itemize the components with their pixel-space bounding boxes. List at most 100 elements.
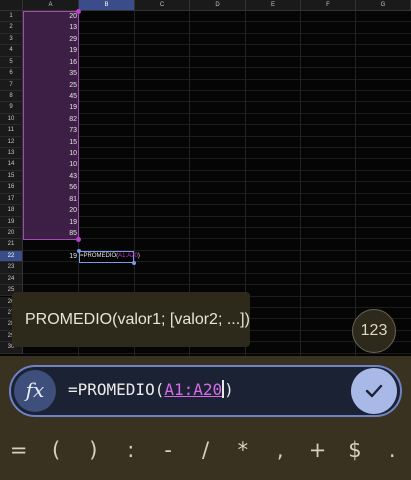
function-hint-tooltip: PROMEDIO(valor1; [valor2; ...]) [12,292,250,347]
row-gridline [23,204,411,206]
formula-input[interactable]: =PROMEDIO(A1:A20) [68,380,234,399]
row-header-11[interactable]: 11 [0,125,23,137]
row-header-8[interactable]: 8 [0,90,23,103]
active-cell-formula: =PROMEDIO(A1:A20) [80,253,140,259]
cell-a9[interactable]: 19 [23,102,79,113]
cell-a13[interactable]: 10 [23,148,79,159]
row-header-24[interactable]: 24 [0,273,23,286]
row-gridline [23,44,411,46]
key-5[interactable]: / [187,432,224,468]
row-gridline [23,181,411,183]
confirm-button[interactable] [351,368,397,414]
row-gridline [23,112,411,114]
range-handle-top[interactable] [76,9,81,14]
column-header-d[interactable]: D [190,0,246,11]
cell-a19[interactable]: 19 [23,217,79,228]
row-header-2[interactable]: 2 [0,22,23,34]
key-0[interactable]: = [0,432,37,468]
cell-a3[interactable]: 29 [23,34,79,45]
key-10[interactable]: . [374,432,411,468]
key-2[interactable]: ) [75,432,112,468]
row-gridline [23,158,411,160]
cell-a12[interactable]: 15 [23,137,79,148]
row-header-20[interactable]: 20 [0,227,23,240]
row-gridline [23,55,411,57]
row-header-10[interactable]: 10 [0,113,23,126]
row-gridline [23,78,411,80]
column-header-a[interactable]: A [23,0,79,11]
row-gridline [23,89,411,91]
row-header-14[interactable]: 14 [0,159,23,171]
active-cell-handle-top[interactable] [77,249,81,253]
cell-a2[interactable]: 13 [23,22,79,33]
range-handle-bottom[interactable] [76,237,81,242]
row-header-23[interactable]: 23 [0,262,23,274]
column-gridline [300,11,301,356]
row-gridline [23,352,411,354]
column-header-f[interactable]: F [301,0,356,11]
row-gridline [23,284,411,286]
row-header-22[interactable]: 22 [0,250,23,263]
row-header-18[interactable]: 18 [0,205,23,217]
cell-a4[interactable]: 19 [23,45,79,56]
cell-a5[interactable]: 16 [23,57,79,68]
row-gridline [23,124,411,126]
cell-a16[interactable]: 56 [23,182,79,193]
row-header-1[interactable]: 1 [0,11,23,23]
column-gridline [355,11,356,356]
row-header-13[interactable]: 13 [0,148,23,160]
row-header-7[interactable]: 7 [0,79,23,91]
key-4[interactable]: - [149,432,186,468]
row-header-5[interactable]: 5 [0,56,23,69]
row-header-16[interactable]: 16 [0,182,23,194]
row-gridline [23,32,411,34]
row-header-15[interactable]: 15 [0,170,23,183]
row-header-9[interactable]: 9 [0,102,23,114]
key-7[interactable]: , [262,432,299,468]
column-header-b[interactable]: B [79,0,135,11]
cell-a22[interactable]: 19 [23,251,79,262]
row-gridline [23,21,411,23]
row-header-3[interactable]: 3 [0,33,23,46]
row-header-12[interactable]: 12 [0,136,23,149]
column-header-c[interactable]: C [135,0,190,11]
numeric-keyboard-toggle-button[interactable]: 123 [352,309,396,353]
key-3[interactable]: : [112,432,149,468]
active-cell-handle-bottom[interactable] [132,261,136,265]
key-9[interactable]: $ [336,432,373,468]
cell-a1[interactable]: 20 [23,11,79,22]
row-gridline [23,272,411,274]
row-header-4[interactable]: 4 [0,45,23,57]
cell-a7[interactable]: 25 [23,80,79,91]
cell-a15[interactable]: 43 [23,171,79,182]
cell-a14[interactable]: 10 [23,159,79,170]
row-gridline [23,169,411,171]
check-icon [365,384,383,398]
key-6[interactable]: * [224,432,261,468]
formula-range-reference: A1:A20 [164,380,223,399]
fx-function-button[interactable]: fx [14,370,56,412]
cell-a10[interactable]: 82 [23,114,79,125]
key-1[interactable]: ( [37,432,74,468]
cell-a18[interactable]: 20 [23,205,79,216]
cell-a11[interactable]: 73 [23,125,79,136]
row-gridline [23,226,411,228]
row-header-17[interactable]: 17 [0,193,23,206]
cell-a6[interactable]: 35 [23,68,79,79]
row-gridline [23,238,411,240]
row-gridline [23,192,411,194]
row-gridline [23,147,411,149]
column-header-e[interactable]: E [246,0,301,11]
cell-a20[interactable]: 85 [23,228,79,239]
select-all-corner[interactable] [0,0,23,11]
row-header-19[interactable]: 19 [0,216,23,228]
key-8[interactable]: + [299,432,336,468]
cell-a8[interactable]: 45 [23,91,79,102]
row-gridline [23,135,411,137]
cell-a17[interactable]: 81 [23,194,79,205]
row-gridline [23,101,411,103]
row-header-6[interactable]: 6 [0,68,23,80]
row-header-21[interactable]: 21 [0,239,23,251]
symbol-key-row: =(): - / *, + $. [0,432,411,468]
column-header-g[interactable]: G [356,0,411,11]
